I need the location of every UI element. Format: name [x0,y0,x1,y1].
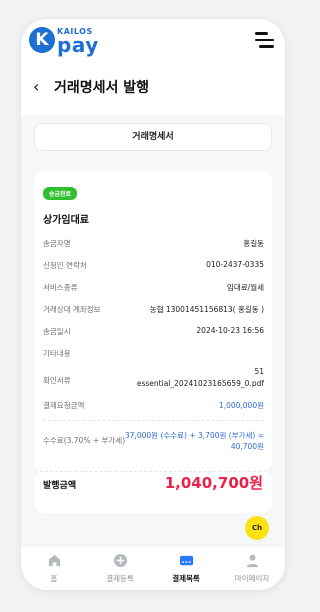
issue-amount-value: 1,040,700원 [164,474,263,492]
invoice-card: 송금완료 상가임대료 송금자명 홍길동 신청인 연락처 010-2437-033… [29,171,277,513]
card-notch-left [29,466,39,476]
user-icon [246,554,258,568]
logo-mark: K [29,27,55,53]
detail-row-contact: 신청인 연락처 010-2437-0335 [43,260,264,272]
card-notch-right [267,466,277,476]
nav-item-mypage[interactable]: 마이페이지 [219,553,285,584]
detail-row-transfer-datetime: 송금일시 2024-10-23 16:56 [43,326,264,338]
detail-row-account-info: 거래상대 계좌정보 농협 13001451156813( 홍길동 ) [43,304,264,316]
detail-label: 확인서류 [43,376,71,385]
fee-row: 수수료(3.70% + 부가세) 37,000원 (수수료) + 3,700원 … [43,430,264,454]
detail-value: 홍길동 [243,239,264,248]
page-header: ‹ 거래명세서 발행 [21,61,285,115]
top-bar: K KAILOS pay [21,19,285,61]
fee-calc-line2: 40,700원 [230,442,264,451]
page-title: 거래명세서 발행 [54,80,150,96]
detail-value: 2024-10-23 16:56 [196,326,264,335]
detail-label: 거래상대 계좌정보 [43,305,101,314]
card-list-icon [179,555,193,566]
detail-label: 서비스종류 [43,283,78,292]
status-badge: 송금완료 [43,187,78,200]
product-name: 상가임대료 [43,215,89,226]
logo-brand-big: pay [57,33,99,57]
hamburger-menu-icon[interactable] [255,32,274,48]
nav-label: 마이페이지 [234,574,270,583]
detail-value: 농협 13001451156813( 홍길동 ) [149,305,264,314]
back-arrow-icon[interactable]: ‹ [33,79,39,95]
nav-item-payment-register[interactable]: 결제등록 [87,553,153,584]
divider [43,420,264,421]
document-file-link[interactable]: essential_20241023165659_0.pdf [137,379,264,388]
home-icon [48,554,60,567]
detail-label: 기타내용 [43,349,71,358]
detail-row-etc: 기타내용 [43,348,264,360]
detail-row-documents: 확인서류 51 essential_20241023165659_0.pdf [43,367,264,393]
detail-label: 송금자명 [43,239,71,248]
issue-amount-label: 발행금액 [43,481,77,491]
nav-label: 홈 [50,574,58,583]
detail-row-request-amount: 결제요청금액 1,000,000원 [43,400,264,412]
document-count: 51 [254,367,264,376]
kailos-pay-logo[interactable]: K KAILOS pay [29,27,119,57]
nav-item-payment-list[interactable]: 결제목록 [153,553,219,584]
detail-row-service-type: 서비스종류 임대료/월세 [43,282,264,294]
tab-invoice[interactable]: 거래명세서 [34,123,272,151]
nav-label: 결제목록 [172,574,200,583]
detail-row-sender: 송금자명 홍길동 [43,238,264,250]
kakao-chat-button[interactable]: Ch [245,516,269,540]
request-amount-value: 1,000,000원 [218,401,264,410]
detail-label: 결제요청금액 [43,401,85,410]
detail-value: 임대료/월세 [226,283,264,292]
nav-label: 결제등록 [106,574,134,583]
phone-screen: K KAILOS pay ‹ 거래명세서 발행 거래명세서 송금완료 상가임대료… [21,19,285,590]
fee-calc-line1: 37,000원 (수수료) + 3,700원 (부가세) = [124,431,264,440]
detail-label: 송금일시 [43,327,71,336]
detail-label: 신청인 연락처 [43,261,87,270]
nav-item-home[interactable]: 홈 [21,553,87,584]
detail-value: 010-2437-0335 [206,260,264,269]
bottom-nav: 홈 결제등록 결제목록 마이페이지 [21,545,285,590]
plus-circle-icon [113,553,127,568]
fee-label: 수수료(3.70% + 부가세) [43,436,126,445]
